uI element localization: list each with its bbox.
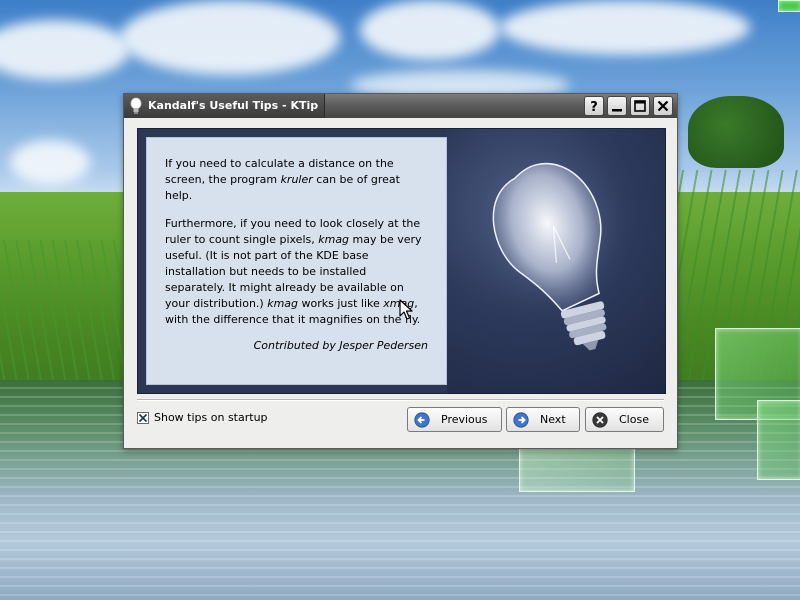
program-name: kmag <box>318 233 350 246</box>
arrow-left-icon <box>414 412 430 428</box>
title-tab[interactable]: Kandalf's Useful Tips - KTip <box>124 94 325 118</box>
cloud <box>0 20 130 80</box>
mouse-cursor-icon <box>399 299 413 320</box>
glass-tile-decoration <box>778 0 800 12</box>
cloud <box>360 0 500 60</box>
next-button[interactable]: Next <box>506 407 580 432</box>
minimize-icon <box>612 109 622 112</box>
window-title: Kandalf's Useful Tips - KTip <box>148 99 319 112</box>
lightbulb-icon[interactable] <box>129 97 143 115</box>
help-button[interactable]: ? <box>584 96 604 116</box>
tip-text-segment: works just like <box>298 297 384 310</box>
reeds <box>0 240 130 390</box>
cloud <box>10 140 90 185</box>
lightbulb-image <box>473 151 638 351</box>
lightbulb-image-area <box>447 129 665 393</box>
tip-paragraph: If you need to calculate a distance on t… <box>165 156 428 204</box>
tip-paragraph: Furthermore, if you need to look closely… <box>165 216 428 328</box>
separator <box>137 399 664 401</box>
close-button-label: Close <box>619 413 649 426</box>
previous-button[interactable]: Previous <box>407 407 502 432</box>
previous-button-label: Previous <box>441 413 488 426</box>
titlebar[interactable]: Kandalf's Useful Tips - KTip ? <box>124 94 677 118</box>
tree <box>688 96 784 168</box>
tip-text: If you need to calculate a distance on t… <box>146 137 447 385</box>
close-icon <box>657 100 669 112</box>
program-name: kmag <box>267 297 299 310</box>
cloud <box>500 0 750 55</box>
close-button[interactable]: Close <box>585 407 664 432</box>
glass-tile-decoration <box>757 400 800 480</box>
show-tips-checkbox[interactable] <box>137 412 149 424</box>
svg-text:?: ? <box>590 100 598 114</box>
next-button-label: Next <box>540 413 566 426</box>
close-circle-icon <box>592 412 608 428</box>
cloud <box>120 0 340 75</box>
tip-panel: If you need to calculate a distance on t… <box>137 128 666 394</box>
show-tips-label[interactable]: Show tips on startup <box>154 411 268 424</box>
help-icon: ? <box>590 100 598 114</box>
glass-tile-decoration <box>519 446 635 492</box>
minimize-button[interactable] <box>607 96 627 116</box>
maximize-icon <box>634 100 646 112</box>
close-window-button[interactable] <box>653 96 673 116</box>
checkmark-icon <box>138 413 148 423</box>
maximize-button[interactable] <box>630 96 650 116</box>
tip-contributor: Contributed by Jesper Pedersen <box>253 339 428 352</box>
arrow-right-icon <box>513 412 529 428</box>
program-name: kruler <box>280 173 313 186</box>
ktip-dialog: Kandalf's Useful Tips - KTip ? If you ne… <box>123 93 678 449</box>
